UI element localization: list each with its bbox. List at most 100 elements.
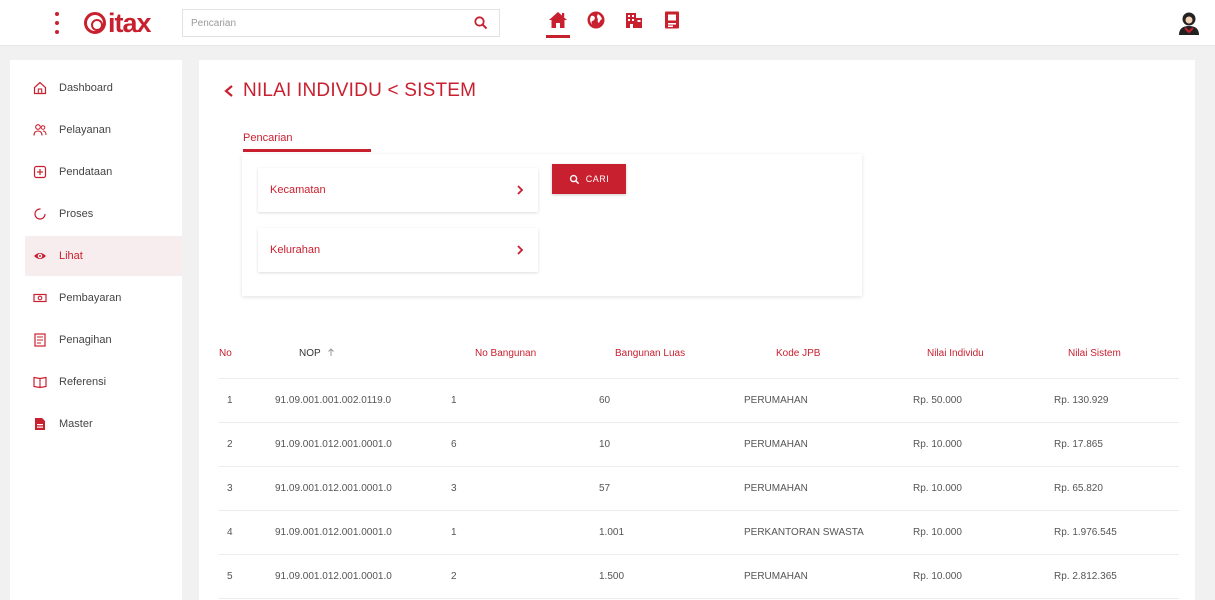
- page-title: NILAI INDIVIDU < SISTEM: [223, 80, 476, 102]
- kecamatan-select[interactable]: Kecamatan: [258, 168, 538, 212]
- column-header-nilai-sistem[interactable]: Nilai Sistem: [1046, 330, 1179, 379]
- sort-ascending-icon: [327, 348, 334, 357]
- itax-logo[interactable]: itax: [84, 7, 152, 38]
- logo-text: itax: [108, 7, 152, 38]
- chevron-right-icon: [517, 245, 524, 255]
- data-table: No NOP No Bangunan Bangunan Luas Kode JP…: [219, 330, 1179, 599]
- sidebar-item-lihat[interactable]: Lihat: [25, 236, 182, 276]
- cell-nilai-individu: Rp. 10.000: [901, 510, 1046, 555]
- search-input[interactable]: [183, 10, 453, 36]
- cell-nop: 91.09.001.012.001.0001.0: [271, 422, 441, 467]
- sidebar-item-pembayaran[interactable]: Pembayaran: [25, 278, 182, 318]
- cell-nilai-sistem: Rp. 17.865: [1046, 422, 1179, 467]
- sidebar-item-master[interactable]: Master: [25, 404, 182, 444]
- users-icon: [33, 124, 47, 136]
- logo-ring-icon: [84, 12, 106, 34]
- column-header-no[interactable]: No: [219, 330, 271, 379]
- cell-no: 5: [219, 554, 271, 599]
- home-icon[interactable]: [546, 8, 570, 38]
- sidebar: Dashboard Pelayanan Pendataan Proses Lih…: [10, 60, 182, 600]
- cell-nilai-individu: Rp. 10.000: [901, 466, 1046, 511]
- table-header-row: No NOP No Bangunan Bangunan Luas Kode JP…: [219, 330, 1179, 379]
- search-button-label: CARI: [585, 174, 610, 184]
- search-icon: [569, 174, 579, 184]
- chevron-left-icon[interactable]: [223, 84, 235, 98]
- money-icon: [33, 293, 47, 303]
- cell-no: 3: [219, 466, 271, 511]
- search-button[interactable]: CARI: [552, 164, 626, 194]
- cell-nilai-sistem: Rp. 1.976.545: [1046, 510, 1179, 555]
- cell-nilai-sistem: Rp. 65.820: [1046, 466, 1179, 511]
- sidebar-item-label: Pelayanan: [59, 124, 111, 136]
- add-box-icon: [33, 165, 47, 179]
- sidebar-item-label: Proses: [59, 208, 94, 220]
- main-panel: NILAI INDIVIDU < SISTEM Pencarian Kecama…: [199, 60, 1195, 600]
- column-header-no-bangunan[interactable]: No Bangunan: [441, 330, 589, 379]
- sidebar-item-label: Dashboard: [59, 82, 113, 94]
- invoice-icon: [34, 333, 46, 347]
- kecamatan-label: Kecamatan: [270, 184, 326, 196]
- sidebar-item-label: Referensi: [59, 376, 107, 388]
- column-header-nop-label: NOP: [299, 348, 321, 360]
- kelurahan-label: Kelurahan: [270, 244, 321, 256]
- cell-no: 4: [219, 510, 271, 555]
- table-row[interactable]: 1 91.09.001.001.002.0119.0 1 60 PERUMAHA…: [219, 378, 1179, 423]
- cell-nop: 91.09.001.012.001.0001.0: [271, 510, 441, 555]
- cell-nilai-sistem: Rp. 130.929: [1046, 378, 1179, 423]
- cell-nilai-sistem: Rp. 2.812.365: [1046, 554, 1179, 599]
- sidebar-item-pendataan[interactable]: Pendataan: [25, 152, 182, 192]
- cell-no-bangunan: 1: [441, 510, 589, 555]
- search-box: [182, 9, 500, 37]
- menu-dots-icon[interactable]: [52, 12, 62, 34]
- cell-nop: 91.09.001.012.001.0001.0: [271, 466, 441, 511]
- cell-bangunan-luas: 60: [589, 378, 734, 423]
- page-title-text: NILAI INDIVIDU < SISTEM: [243, 80, 477, 101]
- cell-kode-jpb: PERUMAHAN: [734, 466, 901, 511]
- sidebar-item-proses[interactable]: Proses: [25, 194, 182, 234]
- cell-kode-jpb: PERKANTORAN SWASTA: [734, 510, 901, 555]
- cell-nilai-individu: Rp. 10.000: [901, 554, 1046, 599]
- search-icon[interactable]: [473, 15, 489, 31]
- sidebar-item-label: Lihat: [59, 250, 83, 262]
- cell-no-bangunan: 6: [441, 422, 589, 467]
- table-row[interactable]: 4 91.09.001.012.001.0001.0 1 1.001 PERKA…: [219, 510, 1179, 555]
- home-outline-icon: [33, 81, 47, 95]
- column-header-kode-jpb[interactable]: Kode JPB: [734, 330, 901, 379]
- sidebar-item-referensi[interactable]: Referensi: [25, 362, 182, 402]
- table-row[interactable]: 2 91.09.001.012.001.0001.0 6 10 PERUMAHA…: [219, 422, 1179, 467]
- building-icon[interactable]: [622, 8, 646, 38]
- book-icon: [33, 376, 47, 389]
- cell-nop: 91.09.001.012.001.0001.0: [271, 554, 441, 599]
- cell-no-bangunan: 3: [441, 466, 589, 511]
- cell-bangunan-luas: 1.001: [589, 510, 734, 555]
- cell-bangunan-luas: 10: [589, 422, 734, 467]
- column-header-nilai-individu[interactable]: Nilai Individu: [901, 330, 1046, 379]
- globe-icon[interactable]: [584, 8, 608, 38]
- cell-nilai-individu: Rp. 50.000: [901, 378, 1046, 423]
- table-row[interactable]: 3 91.09.001.012.001.0001.0 3 57 PERUMAHA…: [219, 466, 1179, 511]
- user-avatar-icon[interactable]: [1177, 10, 1201, 36]
- kelurahan-select[interactable]: Kelurahan: [258, 228, 538, 272]
- sidebar-item-dashboard[interactable]: Dashboard: [25, 68, 182, 108]
- cell-no: 2: [219, 422, 271, 467]
- cell-no-bangunan: 1: [441, 378, 589, 423]
- document-icon[interactable]: [660, 8, 684, 38]
- table-row[interactable]: 5 91.09.001.012.001.0001.0 2 1.500 PERUM…: [219, 554, 1179, 599]
- file-icon: [35, 418, 45, 430]
- cell-kode-jpb: PERUMAHAN: [734, 378, 901, 423]
- cell-bangunan-luas: 1.500: [589, 554, 734, 599]
- loading-icon: [34, 208, 46, 220]
- tab-active-indicator: [243, 149, 371, 152]
- column-header-bangunan-luas[interactable]: Bangunan Luas: [589, 330, 734, 379]
- column-header-nop[interactable]: NOP: [271, 330, 441, 379]
- tab-pencarian[interactable]: Pencarian: [243, 132, 293, 144]
- cell-bangunan-luas: 57: [589, 466, 734, 511]
- eye-icon: [34, 253, 46, 259]
- sidebar-item-penagihan[interactable]: Penagihan: [25, 320, 182, 360]
- top-bar: itax: [0, 0, 1215, 46]
- sidebar-item-pelayanan[interactable]: Pelayanan: [25, 110, 182, 150]
- sidebar-item-label: Pendataan: [59, 166, 113, 178]
- top-nav: [546, 8, 684, 38]
- cell-kode-jpb: PERUMAHAN: [734, 422, 901, 467]
- cell-nop: 91.09.001.001.002.0119.0: [271, 378, 441, 423]
